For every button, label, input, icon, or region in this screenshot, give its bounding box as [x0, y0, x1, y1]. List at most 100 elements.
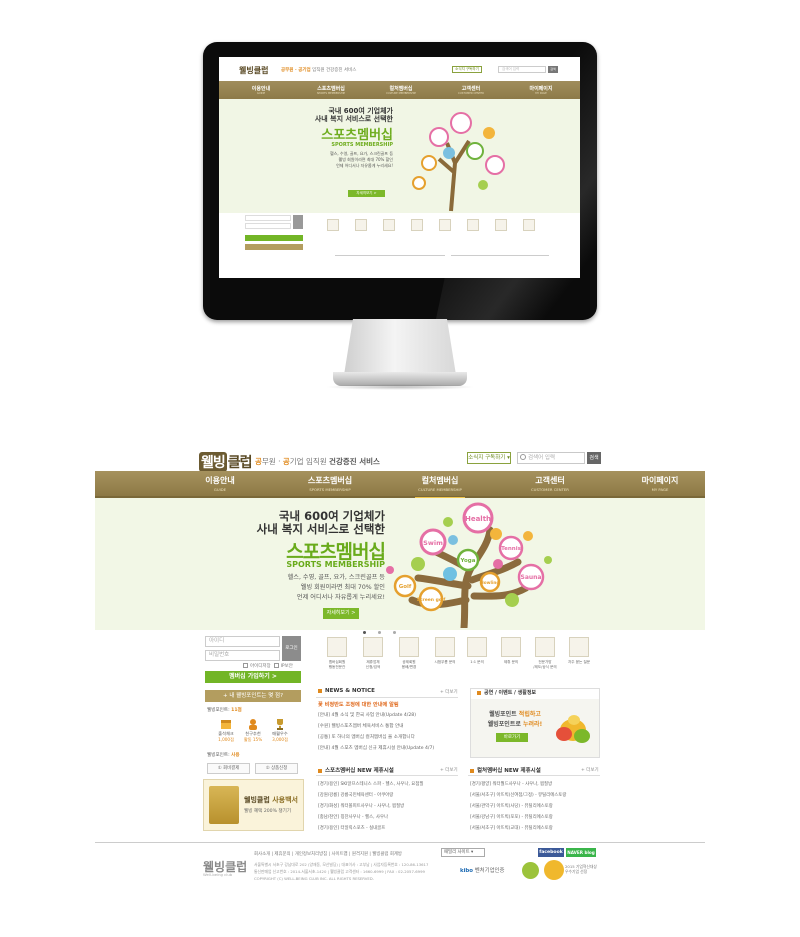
culture-list-item[interactable]: [서울/서초구] 아뜨빅(교대) - 뮤틸리에스토랑	[470, 825, 553, 831]
mini-nav-guide-sub: GUIDE	[256, 92, 266, 95]
culture-more-link[interactable]: + 더보기	[581, 767, 599, 773]
culture-list-item[interactable]: [서울/서초구] 아뜨빅(신여점/그정) - 뮤틸리에스토랑	[470, 792, 566, 798]
mini-banner-desc: 헬스, 수영, 골프, 요가, 스크린골프 등 웰빙 회원이라면 최대 70% …	[330, 151, 393, 168]
sports-divider	[316, 775, 458, 776]
person-icon	[249, 719, 257, 730]
sports-list-item[interactable]: [강원/강릉] 강릉국민체육센터 - 아쿠아랑	[318, 792, 393, 798]
nav-guide[interactable]: 이용안내 GUIDE	[165, 475, 275, 492]
mini-nav-sports-sub: SPORTS MEMBERSHIP	[316, 92, 346, 95]
sports-more-link[interactable]: + 더보기	[440, 767, 458, 773]
fee-payment-button[interactable]: ① 회비결제	[207, 763, 250, 774]
login-id-input[interactable]: 아이디	[205, 636, 280, 647]
quick-menu-item-1[interactable]: 멤버십회원 행동전문관	[320, 637, 354, 669]
quick-menu-item-4[interactable]: 시범우롬 문의	[428, 637, 462, 665]
banner-line2: 사내 복지 서비스로 선택한	[256, 522, 385, 536]
news-item[interactable]: [수원] 웰빙스포츠멤버 체육서비스 통합 안내	[318, 723, 404, 729]
ip-security-label: IP보안	[280, 664, 293, 669]
culture-list-header: 컬처멤버십 NEW 제휴시설	[470, 766, 541, 774]
culture-list-item[interactable]: [서울/강남구] 아뜨빅(포포) - 뮤틸리에스토랑	[470, 814, 553, 820]
award-medal-icon	[544, 860, 564, 880]
search-input[interactable]: 검색어 입력	[517, 452, 585, 464]
nav-sports-membership[interactable]: 스포츠멤버십 SPORTS MEMBERSHIP	[275, 475, 385, 492]
user-guide-title: 웰빙클럽 사용백서	[244, 796, 298, 804]
footer-logo-sub: Well-being club	[203, 872, 233, 877]
login-options: 아이디저장 IP보안	[243, 663, 293, 669]
point-attendance[interactable]: 출석체크 1,000점	[213, 718, 239, 743]
monitor-shadow	[325, 384, 475, 390]
news-item[interactable]: [안내] 4월 소식 및 한국 사업 안내(Update 4/28)	[318, 712, 416, 718]
check-points-button[interactable]: + 내 웰빙포인트는 몇 점?	[205, 690, 301, 702]
event-title-2: 웰빙포인트로 누려라!	[487, 721, 543, 728]
sports-list-item[interactable]: [경기/화성] 워터볼피트사우나 - 사우나, 찜질방	[318, 803, 404, 809]
culture-divider	[468, 775, 600, 776]
quick-menu-item-3[interactable]: 공제회원 용배/변경	[392, 637, 426, 669]
ip-security-checkbox[interactable]	[273, 663, 279, 668]
login-button[interactable]: 로그인	[282, 636, 301, 661]
mini-search-button[interactable]: 검색	[548, 66, 558, 73]
tree-label-tennis: Tennis	[501, 546, 521, 552]
section-bullet-icon	[470, 768, 474, 773]
site-logo[interactable]: 웰빙 클럽	[199, 452, 253, 472]
footer-address-1: 서울특별시 서초구 강남대로 202 (양재동, 모산빌딩) | 대표이사 : …	[254, 862, 429, 867]
news-item[interactable]: [공통] 또 하나의 멤버십 컬처멤버십 을 소개합니다	[318, 734, 415, 740]
mini-search-input[interactable]: 검색어 입력	[498, 66, 546, 73]
handshake-icon	[501, 637, 521, 657]
news-more-link[interactable]: + 더보기	[440, 689, 458, 695]
tree-label-swim: Swim	[423, 539, 443, 547]
point-summary-2: 웰빙포인트: 사용	[207, 753, 240, 758]
newsletter-subscribe-button[interactable]: 소식지 구독하기 ▾	[467, 452, 511, 464]
family-site-select[interactable]: 패밀리 사이트 ▾	[441, 848, 485, 857]
tools-icon	[535, 637, 555, 657]
nav-customer-center[interactable]: 고객센터 CUSTOMER CENTER	[495, 475, 605, 492]
news-hot-item[interactable]: 꽃 비정반도 조정에 대한 안내에 알림	[318, 701, 399, 708]
quick-menu-item-6[interactable]: 제휴 문의	[494, 637, 528, 665]
login-password-input[interactable]: 비밀번호	[205, 650, 280, 661]
banner-more-button[interactable]: 자세히보기 >	[323, 608, 359, 619]
mini-nav-culture[interactable]: 컬처멤버십	[371, 85, 431, 92]
mini-banner-more[interactable]: 자세히보기 >	[348, 190, 385, 197]
sports-list-item[interactable]: [충남/천안] 칭찬사우나 - 헬스, 사우나	[318, 814, 388, 820]
quick-menu-item-7[interactable]: 전문가방 /제도/상식 문의	[528, 637, 562, 669]
nav-culture-membership[interactable]: 컬처멤버십 CULTURE MEMBERSHIP	[385, 475, 495, 499]
event-header: 공연 / 이벤트 / 생활정보	[477, 689, 536, 696]
sports-list-item[interactable]: [경기/용인] 터일릭스포츠 - 실내골프	[318, 825, 385, 831]
mini-nav-customer[interactable]: 고객센터	[441, 85, 501, 92]
book-icon	[209, 786, 239, 824]
culture-list-item[interactable]: [경기/평양] 워터월드사우나 - 사우나, 찜질방	[470, 781, 552, 787]
mini-body	[219, 213, 580, 278]
event-go-button[interactable]: 바로가기	[496, 733, 528, 742]
culture-list-item[interactable]: [서울/관악구] 아뜨빅(사당) - 뮤틸리에스토랑	[470, 803, 553, 809]
facebook-link[interactable]: facebook	[538, 848, 564, 857]
quick-menu-item-2[interactable]: 제휴업체 신청/검색	[356, 637, 390, 669]
footer-links[interactable]: 회사소개 | 제휴문의 | 개인정보처리방침 | 사이트맵 | 원격지원 | 웰…	[254, 851, 402, 857]
coins-illustration	[556, 715, 590, 743]
join-membership-button[interactable]: 멤버십 가입하기 >	[205, 671, 301, 683]
point-monthly[interactable]: 매월우수 3,000점	[267, 718, 293, 743]
mini-corp-button[interactable]: 소식지 구독하기	[452, 66, 482, 73]
news-divider	[316, 697, 458, 698]
main-nav: 이용안내 GUIDE 스포츠멤버십 SPORTS MEMBERSHIP 컬처멤버십 C…	[95, 471, 705, 499]
quick-menu-item-8[interactable]: 자주 묻는 질문	[562, 637, 596, 665]
mini-nav-mypage[interactable]: 마이페이지	[511, 85, 571, 92]
mini-tree-illustration	[412, 112, 505, 212]
save-id-checkbox[interactable]	[243, 663, 248, 668]
banner-subtitle: SPORTS MEMBERSHIP	[286, 560, 385, 569]
news-item[interactable]: [안내] 4월 스포츠 멤버십 신규 제휴시설 안내(Update 4/7)	[318, 745, 434, 751]
mini-nav-sports[interactable]: 스포츠멤버십	[301, 85, 361, 92]
banner-desc3: 언제 어디서나 자유롭게 누리세요!	[296, 594, 385, 601]
tree-label-sauna: Sauna	[521, 574, 542, 581]
point-referral[interactable]: 친구추천 활동 15%	[240, 718, 266, 743]
monitor-screen: 웰빙클럽 공무원 · 공기업 임직원 건강증진 서비스 소식지 구독하기 검색어…	[219, 57, 580, 278]
naver-blog-link[interactable]: NAVER blog	[566, 848, 596, 857]
nav-my-page[interactable]: 마이페이지 MY PAGE	[605, 475, 715, 492]
monitor-stand-neck	[344, 319, 456, 375]
product-request-button[interactable]: ② 상품신청	[255, 763, 298, 774]
membership-icon	[327, 637, 347, 657]
search-button[interactable]: 검색	[587, 452, 601, 464]
sports-list-item[interactable]: [경기/용인] SKI알프스테니스 스파 - 헬스, 사우나, 요점필	[318, 781, 423, 787]
tree-label-health: Health	[465, 515, 491, 523]
mini-nav-guide[interactable]: 이용안내	[231, 85, 291, 92]
site-header	[95, 443, 705, 471]
search-icon	[520, 454, 526, 460]
quick-menu-item-5[interactable]: 1:1 문의	[460, 637, 494, 665]
